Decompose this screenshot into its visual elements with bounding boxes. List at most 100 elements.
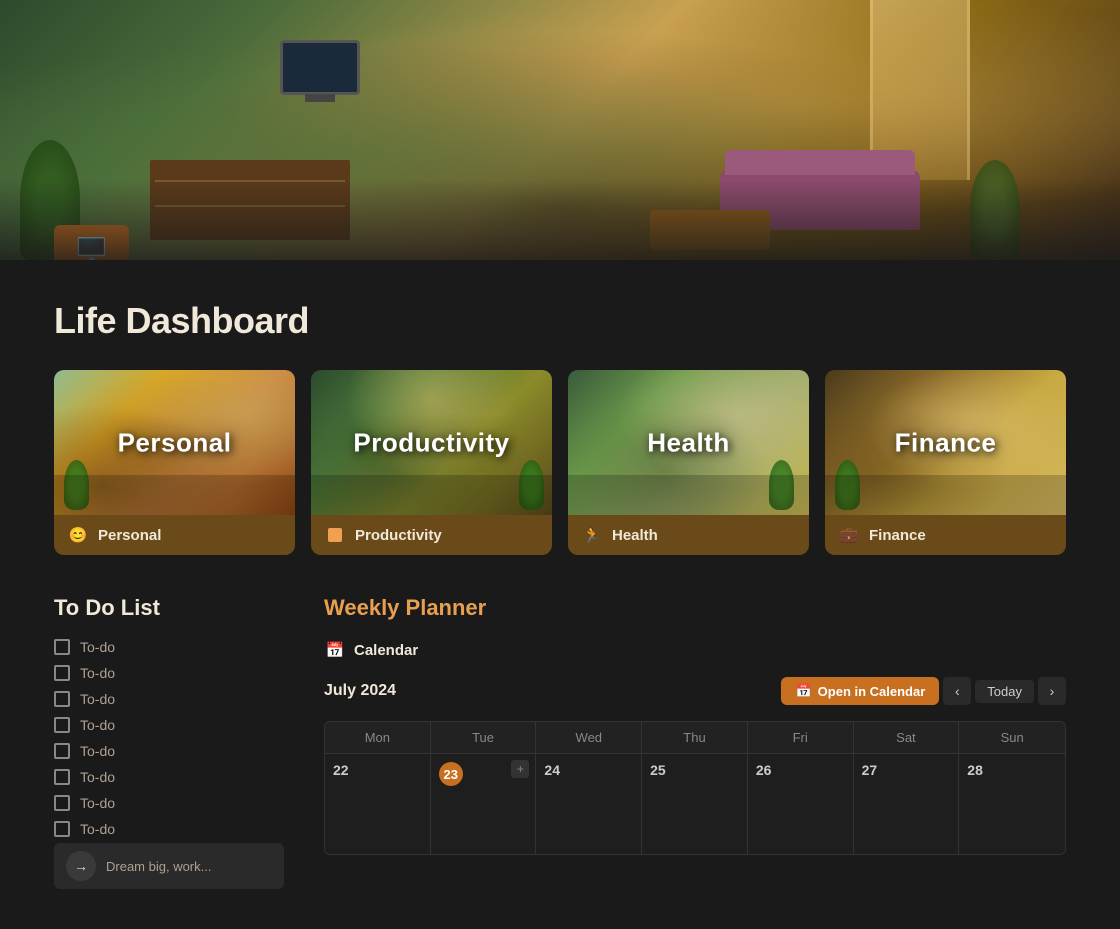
card-footer-personal: 😊 Personal <box>54 515 295 555</box>
todo-item-7[interactable]: To-do <box>54 795 284 811</box>
cell-date-28: 28 <box>967 762 983 778</box>
todo-text-2: To-do <box>80 665 115 681</box>
todo-text-1: To-do <box>80 639 115 655</box>
note-icon: → <box>66 851 96 881</box>
todo-item-1[interactable]: To-do <box>54 639 284 655</box>
tv-shape <box>280 40 360 95</box>
todo-checkbox-2[interactable] <box>54 665 70 681</box>
category-card-health[interactable]: Health 🏃 Health <box>568 370 809 555</box>
todo-checkbox-5[interactable] <box>54 743 70 759</box>
todo-checkbox-7[interactable] <box>54 795 70 811</box>
plant1-shape <box>20 140 80 260</box>
day-header-sat: Sat <box>854 722 960 753</box>
calendar-month-label: July 2024 <box>324 682 396 700</box>
calendar-cell-22[interactable]: 22 <box>325 754 431 854</box>
card-footer-productivity: Productivity <box>311 515 552 555</box>
hero-icon: 🖥️ <box>54 225 129 260</box>
calendar-nav-bar: July 2024 📅 Open in Calendar ‹ Today › <box>324 677 1066 705</box>
calendar-days-header: Mon Tue Wed Thu Fri Sat Sun <box>325 722 1065 753</box>
day-header-tue: Tue <box>431 722 537 753</box>
cell-date-26: 26 <box>756 762 772 778</box>
sofa-shape <box>720 170 920 230</box>
category-grid: Personal 😊 Personal Productivity <box>54 370 1066 555</box>
todo-checkbox-6[interactable] <box>54 769 70 785</box>
todo-checkbox-3[interactable] <box>54 691 70 707</box>
calendar-icon: 📅 <box>324 639 346 661</box>
todo-text-4: To-do <box>80 717 115 733</box>
calendar-cell-25[interactable]: 25 <box>642 754 748 854</box>
cell-date-27: 27 <box>862 762 878 778</box>
todo-text-6: To-do <box>80 769 115 785</box>
planner-title: Weekly Planner <box>324 595 1066 621</box>
prev-week-button[interactable]: ‹ <box>943 677 971 705</box>
card-image-label-health: Health <box>647 427 729 458</box>
plant2-shape <box>970 160 1020 260</box>
todo-items: To-do To-do To-do To-do To-do <box>54 639 284 837</box>
table-shape <box>650 210 770 250</box>
hero-icon-container: 🖥️ <box>54 225 129 260</box>
todo-item-4[interactable]: To-do <box>54 717 284 733</box>
card-footer-finance: 💼 Finance <box>825 515 1066 555</box>
card-footer-label-health: Health <box>612 527 658 544</box>
card-image-label-finance: Finance <box>895 427 997 458</box>
todo-item-3[interactable]: To-do <box>54 691 284 707</box>
calendar-header-bar: 📅 Calendar <box>324 639 1066 661</box>
day-header-fri: Fri <box>748 722 854 753</box>
todo-item-2[interactable]: To-do <box>54 665 284 681</box>
cell-date-24: 24 <box>544 762 560 778</box>
open-calendar-label: Open in Calendar <box>818 684 926 699</box>
main-content: Life Dashboard Personal 😊 Personal <box>0 260 1120 929</box>
calendar-cell-27[interactable]: 27 <box>854 754 960 854</box>
cell-add-button-23[interactable]: + <box>511 760 529 778</box>
card-footer-label-productivity: Productivity <box>355 527 442 544</box>
personal-icon: 😊 <box>68 525 88 545</box>
calendar-cell-23[interactable]: 23 + <box>431 754 537 854</box>
day-header-sun: Sun <box>959 722 1065 753</box>
cell-date-22: 22 <box>333 762 349 778</box>
category-card-productivity[interactable]: Productivity Productivity <box>311 370 552 555</box>
todo-text-3: To-do <box>80 691 115 707</box>
todo-text-7: To-do <box>80 795 115 811</box>
day-header-mon: Mon <box>325 722 431 753</box>
calendar-week-row: 22 23 + 24 25 26 2 <box>325 753 1065 854</box>
hero-banner: 🖥️ <box>0 0 1120 260</box>
todo-note-text: Dream big, work... <box>106 859 211 874</box>
todo-item-6[interactable]: To-do <box>54 769 284 785</box>
day-header-thu: Thu <box>642 722 748 753</box>
calendar-grid: Mon Tue Wed Thu Fri Sat Sun 22 23 + <box>324 721 1066 855</box>
calendar-cell-24[interactable]: 24 <box>536 754 642 854</box>
bottom-section: To Do List To-do To-do To-do To-do <box>54 595 1066 889</box>
card-footer-label-personal: Personal <box>98 527 161 544</box>
card-image-personal: Personal <box>54 370 295 515</box>
shelf-shape <box>150 160 350 240</box>
category-card-finance[interactable]: Finance 💼 Finance <box>825 370 1066 555</box>
calendar-btn-icon: 📅 <box>795 683 811 699</box>
cell-date-25: 25 <box>650 762 666 778</box>
category-card-personal[interactable]: Personal 😊 Personal <box>54 370 295 555</box>
open-calendar-button[interactable]: 📅 Open in Calendar <box>781 677 939 705</box>
todo-section: To Do List To-do To-do To-do To-do <box>54 595 284 889</box>
card-footer-health: 🏃 Health <box>568 515 809 555</box>
todo-checkbox-8[interactable] <box>54 821 70 837</box>
todo-title: To Do List <box>54 595 284 621</box>
calendar-controls-group: 📅 Open in Calendar ‹ Today › <box>781 677 1066 705</box>
todo-text-5: To-do <box>80 743 115 759</box>
todo-checkbox-1[interactable] <box>54 639 70 655</box>
card-image-productivity: Productivity <box>311 370 552 515</box>
health-icon: 🏃 <box>582 525 602 545</box>
calendar-cell-26[interactable]: 26 <box>748 754 854 854</box>
todo-checkbox-4[interactable] <box>54 717 70 733</box>
todo-item-5[interactable]: To-do <box>54 743 284 759</box>
calendar-cell-28[interactable]: 28 <box>959 754 1065 854</box>
todo-text-8: To-do <box>80 821 115 837</box>
todo-item-8[interactable]: To-do <box>54 821 284 837</box>
day-header-wed: Wed <box>536 722 642 753</box>
cell-date-23: 23 <box>439 762 463 786</box>
next-week-button[interactable]: › <box>1038 677 1066 705</box>
planner-section: Weekly Planner 📅 Calendar July 2024 📅 Op… <box>324 595 1066 889</box>
today-button[interactable]: Today <box>975 680 1034 703</box>
card-image-label-personal: Personal <box>118 427 232 458</box>
todo-note[interactable]: → Dream big, work... <box>54 843 284 889</box>
card-image-finance: Finance <box>825 370 1066 515</box>
productivity-icon <box>325 525 345 545</box>
